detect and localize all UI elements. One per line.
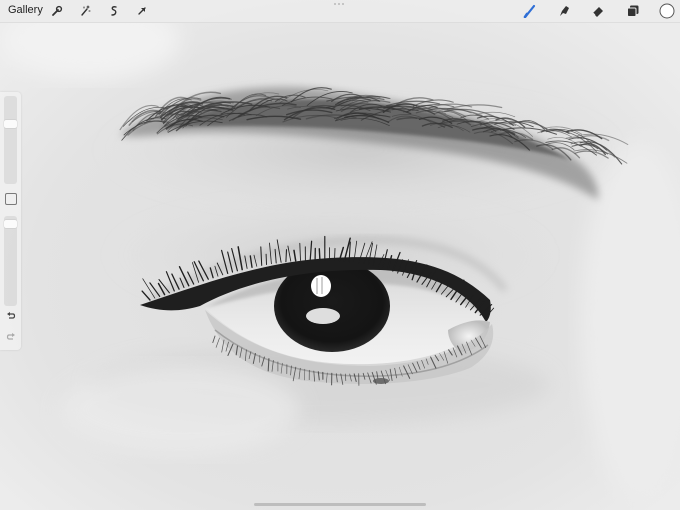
undo-icon [6, 312, 15, 319]
selection-icon[interactable] [105, 2, 123, 20]
top-toolbar: Gallery [0, 0, 680, 23]
color-swatch[interactable] [658, 2, 676, 20]
magic-wand-icon[interactable] [76, 2, 94, 20]
wrench-icon[interactable] [48, 2, 66, 20]
transform-arrow-icon[interactable] [133, 2, 151, 20]
eraser-icon[interactable] [589, 2, 607, 20]
smudge-icon[interactable] [555, 2, 573, 20]
redo-button[interactable] [3, 330, 18, 344]
opacity-handle[interactable] [4, 220, 17, 228]
brush-size-handle[interactable] [4, 120, 17, 128]
brush-icon[interactable] [521, 2, 539, 20]
opacity-slider[interactable] [4, 216, 17, 306]
drawing-canvas[interactable] [0, 0, 680, 510]
gallery-button[interactable]: Gallery [8, 4, 43, 16]
home-indicator[interactable] [254, 503, 426, 506]
redo-icon [6, 333, 15, 340]
modify-button[interactable] [5, 193, 17, 205]
brush-size-slider[interactable] [4, 96, 17, 184]
undo-button[interactable] [3, 309, 18, 323]
left-sidebar [0, 92, 21, 350]
procreate-app: Gallery [0, 0, 680, 510]
toolbar-grabber[interactable] [334, 3, 344, 5]
eye-artwork [0, 0, 680, 510]
layers-icon[interactable] [624, 2, 642, 20]
